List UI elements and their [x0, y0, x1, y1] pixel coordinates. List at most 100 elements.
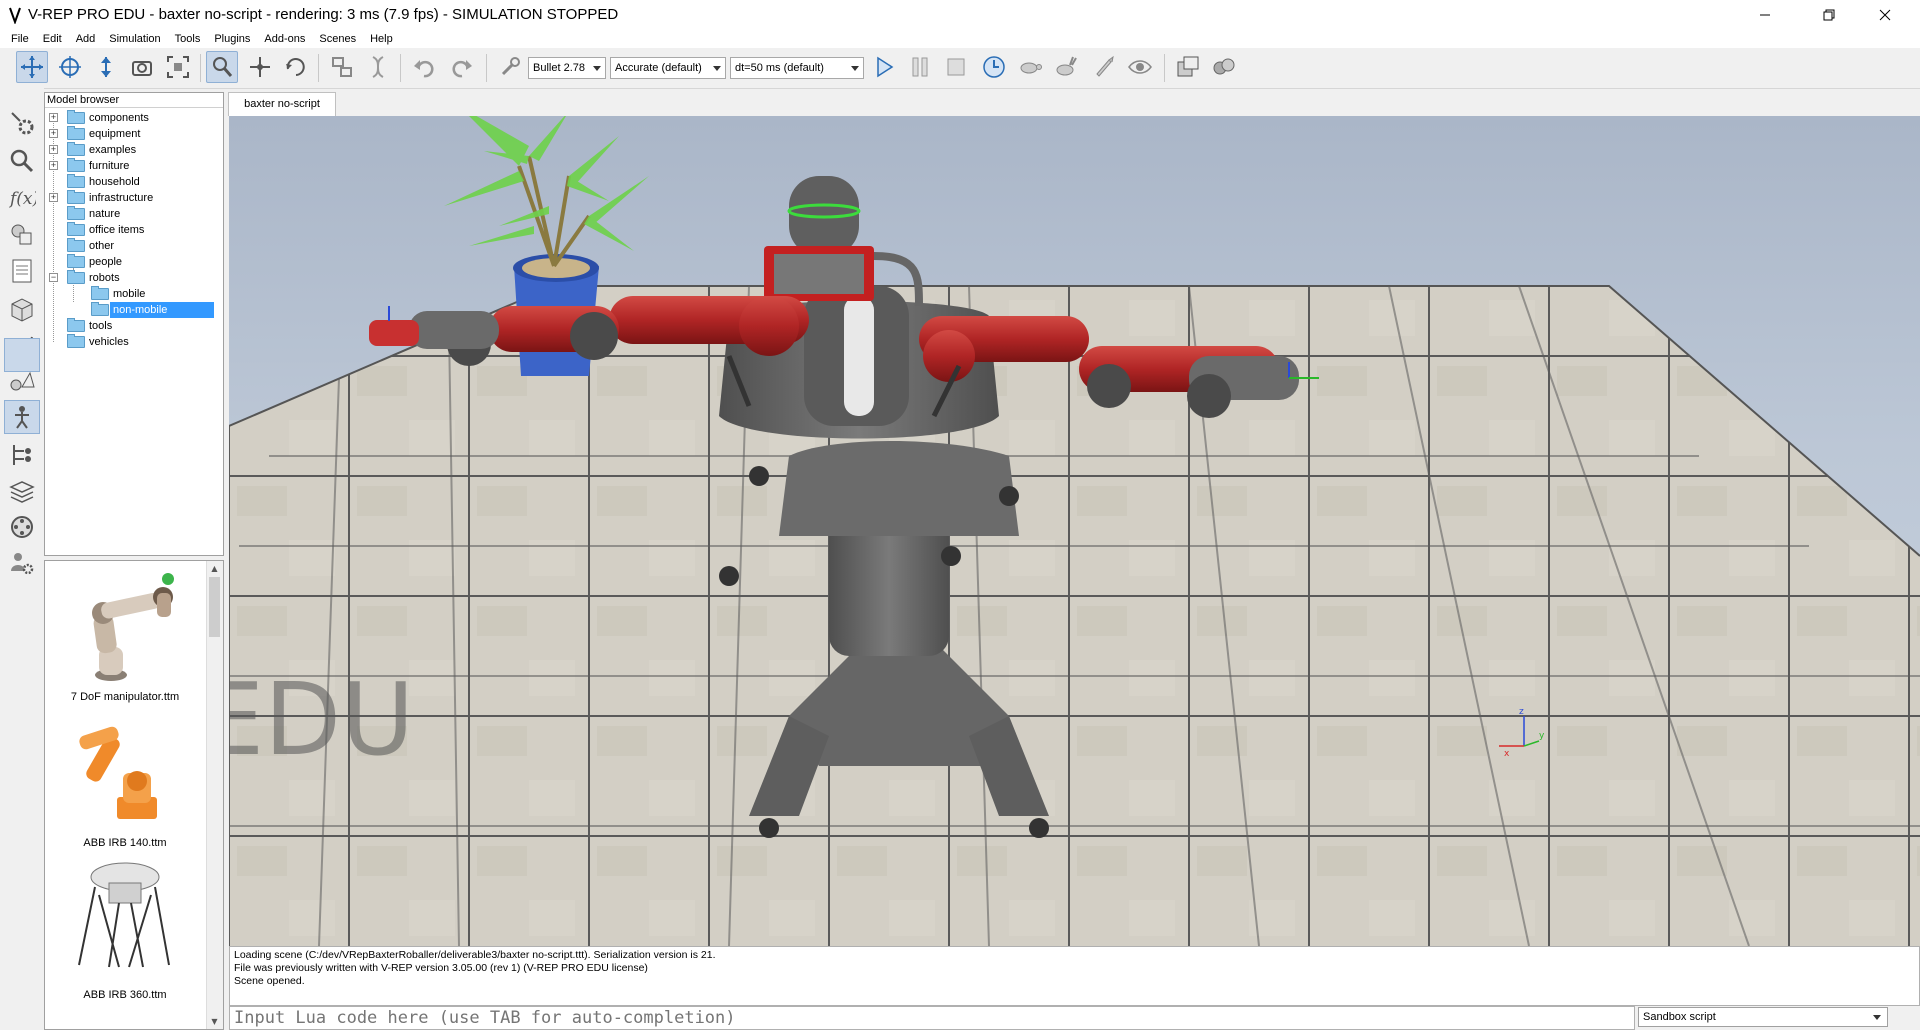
scene-render: EDU z x y: [229, 116, 1920, 946]
minimize-icon: [1760, 14, 1770, 16]
restore-icon: [1823, 9, 1835, 21]
lua-command-input[interactable]: [229, 1006, 1635, 1030]
menu-simulation[interactable]: Simulation: [102, 30, 167, 48]
camera-opening-button[interactable]: [126, 51, 158, 83]
thumbnail-abb-irb-140[interactable]: ABB IRB 140.ttm: [45, 711, 207, 851]
expand-icon[interactable]: +: [49, 113, 58, 122]
camera-pan-button[interactable]: [16, 51, 48, 83]
timestep-select[interactable]: dt=50 ms (default): [730, 57, 864, 79]
physics-engine-settings-button[interactable]: [494, 51, 526, 83]
thumbnail-7dof[interactable]: 7 DoF manipulator.ttm: [45, 561, 207, 711]
tree-folder-infrastructure[interactable]: + infrastructure: [45, 190, 223, 206]
scripts-button[interactable]: f(x): [4, 180, 40, 214]
menu-add-ons[interactable]: Add-ons: [257, 30, 312, 48]
pause-simulation-button[interactable]: [904, 51, 936, 83]
tree-folder-examples[interactable]: + examples: [45, 142, 223, 158]
menu-bar: File Edit Add Simulation Tools Plugins Add-ons…: [0, 30, 1920, 48]
user-settings-button[interactable]: [4, 546, 40, 580]
expand-icon[interactable]: +: [49, 193, 58, 202]
scene-tab[interactable]: baxter no-script: [228, 92, 336, 116]
title-bar: V-REP PRO EDU - baxter no-script - rende…: [0, 0, 1920, 30]
tree-label: other: [89, 240, 115, 252]
real-time-mode-button[interactable]: [978, 51, 1010, 83]
tree-folder-mobile[interactable]: mobile: [45, 286, 223, 302]
thumbnails-scrollbar[interactable]: ▲ ▼: [206, 561, 223, 1029]
tree-folder-tools[interactable]: tools: [45, 318, 223, 334]
simulation-settings-button[interactable]: [4, 106, 40, 140]
tree-folder-vehicles[interactable]: vehicles: [45, 334, 223, 350]
tree-folder-people[interactable]: people: [45, 254, 223, 270]
tree-folder-equipment[interactable]: + equipment: [45, 126, 223, 142]
start-simulation-button[interactable]: [868, 51, 900, 83]
menu-scenes[interactable]: Scenes: [312, 30, 363, 48]
minimize-button[interactable]: [1742, 0, 1788, 30]
layers-button[interactable]: [4, 474, 40, 508]
scene-viewport[interactable]: EDU z x y: [229, 116, 1920, 946]
tree-label: household: [89, 176, 140, 188]
axis-label-z: z: [1519, 707, 1524, 717]
console-line: Scene opened.: [234, 975, 305, 987]
thumbnail-caption: ABB IRB 360.ttm: [83, 989, 167, 1001]
function-icon: f(x): [8, 189, 36, 209]
menu-add[interactable]: Add: [69, 30, 103, 48]
menu-file[interactable]: File: [4, 30, 36, 48]
assemble-button[interactable]: [326, 51, 358, 83]
expand-icon[interactable]: +: [49, 145, 58, 154]
model-browser-toggle-button[interactable]: [4, 400, 40, 434]
scroll-thumb[interactable]: [209, 577, 220, 637]
object-rotate-button[interactable]: [280, 51, 312, 83]
scenes-icon: [1213, 58, 1235, 75]
transfer-dna-button[interactable]: [362, 51, 394, 83]
menu-tools[interactable]: Tools: [168, 30, 208, 48]
menu-help[interactable]: Help: [363, 30, 400, 48]
film-reel-icon: [11, 516, 33, 538]
tree-folder-nature[interactable]: nature: [45, 206, 223, 222]
physics-engine-select[interactable]: Bullet 2.78: [528, 57, 606, 79]
redo-button[interactable]: [446, 51, 478, 83]
page-selector-button[interactable]: [1172, 51, 1204, 83]
menu-edit[interactable]: Edit: [36, 30, 69, 48]
tree-folder-household[interactable]: household: [45, 174, 223, 190]
shapes-button[interactable]: [4, 218, 40, 252]
expand-icon[interactable]: +: [49, 161, 58, 170]
toggle-visualization-button[interactable]: [1124, 51, 1156, 83]
menu-plugins[interactable]: Plugins: [207, 30, 257, 48]
thumbnail-abb-irb-360[interactable]: ABB IRB 360.ttm: [45, 851, 207, 1029]
slow-down-button[interactable]: [1014, 51, 1046, 83]
collapse-icon[interactable]: −: [49, 273, 58, 282]
calculation-module-button[interactable]: [4, 144, 40, 178]
tree-label: vehicles: [89, 336, 129, 348]
speed-up-button[interactable]: [1050, 51, 1082, 83]
collections-button[interactable]: [4, 292, 40, 326]
tree-folder-furniture[interactable]: + furniture: [45, 158, 223, 174]
click-select-button[interactable]: [206, 51, 238, 83]
cube-icon: [11, 298, 33, 322]
camera-shift-button[interactable]: [90, 51, 122, 83]
properties-button[interactable]: [4, 254, 40, 288]
tree-folder-other[interactable]: other: [45, 238, 223, 254]
undo-button[interactable]: [408, 51, 440, 83]
restore-button[interactable]: [1806, 0, 1852, 30]
accuracy-select[interactable]: Accurate (default): [610, 57, 726, 79]
scene-hierarchy-button[interactable]: [4, 438, 40, 472]
move-object-icon: [250, 57, 270, 77]
tree-folder-robots[interactable]: − robots: [45, 270, 223, 286]
tree-folder-office-items[interactable]: office items: [45, 222, 223, 238]
tree-folder-non-mobile[interactable]: non-mobile: [45, 302, 223, 318]
close-button[interactable]: [1862, 0, 1908, 30]
stop-simulation-button[interactable]: [940, 51, 972, 83]
expand-icon[interactable]: +: [49, 129, 58, 138]
fit-to-view-button[interactable]: [162, 51, 194, 83]
tree-label: equipment: [89, 128, 141, 140]
user-gear-icon: [11, 553, 34, 575]
scroll-down-icon[interactable]: ▼: [207, 1014, 222, 1029]
folder-icon: [67, 190, 85, 204]
threaded-rendering-button[interactable]: [1088, 51, 1120, 83]
tree-folder-components[interactable]: + components: [45, 110, 223, 126]
camera-rotate-button[interactable]: [54, 51, 86, 83]
object-shift-button[interactable]: [244, 51, 276, 83]
script-selector[interactable]: Sandbox script: [1638, 1007, 1888, 1027]
video-recorder-button[interactable]: [4, 510, 40, 544]
scene-selector-button[interactable]: [1208, 51, 1240, 83]
scroll-up-icon[interactable]: ▲: [207, 561, 222, 576]
